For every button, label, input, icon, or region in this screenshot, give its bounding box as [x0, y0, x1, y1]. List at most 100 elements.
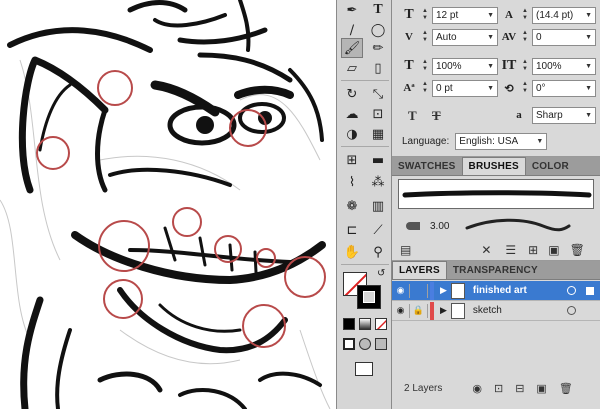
rotation-stepper[interactable]: ▲ ▼: [520, 80, 530, 96]
tab-brushes[interactable]: BRUSHES: [461, 157, 526, 175]
none-mode-icon[interactable]: [375, 318, 387, 330]
vertical-scale-stepper[interactable]: ▲ ▼: [420, 58, 430, 74]
blend-tool-icon[interactable]: ⁂: [367, 172, 389, 192]
kerning-field[interactable]: Auto ▼: [432, 28, 498, 46]
layer-row-finished-art[interactable]: ◉ ▶ finished art: [392, 281, 600, 301]
rotation-icon: ⟲: [504, 82, 514, 95]
language-select[interactable]: English: USA ▼: [455, 132, 548, 150]
character-artwork: [0, 0, 331, 409]
delete-layer-icon[interactable]: 🗑: [559, 382, 573, 395]
lock-toggle-icon[interactable]: [410, 283, 428, 298]
anti-aliasing-icon: a: [516, 109, 522, 121]
anti-aliasing-select[interactable]: Sharp ▼: [532, 106, 596, 124]
tracking-row: AV ▲ ▼ 0 ▼: [500, 28, 596, 46]
rotation-field[interactable]: 0° ▼: [532, 79, 596, 97]
underline-button[interactable]: T: [408, 108, 417, 124]
eyedropper-tool-icon[interactable]: ⌇: [341, 172, 363, 192]
target-circle-icon[interactable]: [567, 286, 576, 295]
perspective-grid-icon[interactable]: ▦: [367, 124, 389, 144]
tab-transparency[interactable]: TRANSPARENCY: [447, 261, 544, 279]
pencil-tool-icon[interactable]: ✏: [367, 38, 389, 58]
new-sublayer-icon[interactable]: ⊟: [515, 382, 524, 395]
kerning-stepper[interactable]: ▲ ▼: [420, 29, 430, 45]
kerning-value: Auto: [436, 31, 457, 43]
remove-brush-stroke-icon[interactable]: ✕: [481, 243, 491, 257]
layers-tab-bar: LAYERS TRANSPARENCY: [392, 261, 600, 280]
graph-tool-icon[interactable]: ▥: [367, 196, 389, 216]
gradient-tool-icon[interactable]: ▬: [367, 150, 389, 170]
artboard-tool-icon[interactable]: ⊏: [341, 220, 363, 240]
layer-name[interactable]: sketch: [473, 305, 502, 316]
line-tool-icon[interactable]: ∕: [341, 20, 363, 40]
horizontal-scale-stepper[interactable]: ▲ ▼: [520, 58, 530, 74]
tab-swatches[interactable]: SWATCHES: [392, 157, 462, 175]
paintbrush-tool-icon[interactable]: 🖌: [341, 38, 363, 58]
scale-tool-icon[interactable]: ⤡: [367, 84, 389, 104]
font-size-field[interactable]: 12 pt ▼: [432, 6, 498, 24]
locate-object-icon[interactable]: ◉: [472, 382, 482, 395]
stroke-swatch[interactable]: [357, 285, 381, 309]
visibility-eye-icon[interactable]: ◉: [392, 303, 410, 318]
tab-layers[interactable]: LAYERS: [392, 261, 447, 279]
leading-stepper[interactable]: ▲ ▼: [520, 7, 530, 23]
draw-normal-icon[interactable]: [343, 338, 355, 350]
lock-icon[interactable]: 🔒: [410, 303, 428, 318]
tracking-stepper[interactable]: ▲ ▼: [520, 29, 530, 45]
delete-brush-icon[interactable]: 🗑: [570, 243, 585, 257]
marker-tool-icon[interactable]: ▯: [367, 58, 389, 78]
brush-options-icon[interactable]: ☰: [505, 243, 516, 257]
hand-tool-icon[interactable]: ✋: [341, 242, 363, 262]
rotate-tool-icon[interactable]: ↻: [341, 84, 363, 104]
leading-value: (14.4 pt): [536, 9, 574, 21]
eraser-tool-icon[interactable]: ▱: [341, 58, 363, 78]
brush-preview-selected[interactable]: [398, 179, 594, 209]
vertical-scale-field[interactable]: 100% ▼: [432, 57, 498, 75]
kerning-icon: V: [405, 31, 413, 43]
strikethrough-button[interactable]: T: [432, 108, 441, 124]
warp-tool-icon[interactable]: ☁: [341, 104, 363, 124]
ellipse-tool-icon[interactable]: ◯: [367, 20, 389, 40]
horizontal-scale-field[interactable]: 100% ▼: [532, 57, 596, 75]
brushes-footer: ▤ ✕ ☰ ⊞ ▣ 🗑: [392, 241, 600, 259]
font-size-stepper[interactable]: ▲ ▼: [420, 7, 430, 23]
slice-tool-icon[interactable]: ⟋: [367, 220, 389, 240]
baseline-shift-value: 0 pt: [436, 82, 453, 94]
horizontal-scale-row: IT ▲ ▼ 100% ▼: [500, 57, 596, 75]
leading-field[interactable]: (14.4 pt) ▼: [532, 6, 596, 24]
artboard-canvas[interactable]: [0, 0, 336, 409]
pen-tool-icon[interactable]: ✒: [341, 0, 363, 20]
brush-round-icon: [406, 222, 420, 230]
color-mode-icon[interactable]: [343, 318, 355, 330]
brush-row[interactable]: 3.00: [398, 213, 594, 239]
draw-inside-icon[interactable]: [375, 338, 387, 350]
layer-name[interactable]: finished art: [473, 285, 527, 296]
language-value: English: USA: [459, 135, 519, 147]
new-brush-icon[interactable]: ▣: [548, 243, 559, 257]
font-size-icon: T: [404, 7, 414, 22]
draw-behind-icon[interactable]: [359, 338, 371, 350]
gradient-mode-icon[interactable]: [359, 318, 371, 330]
tracking-field[interactable]: 0 ▼: [532, 28, 596, 46]
layer-color-bar: [430, 281, 434, 300]
text-tool-icon[interactable]: T: [367, 0, 389, 20]
visibility-eye-icon[interactable]: ◉: [392, 283, 410, 298]
expand-arrow-icon[interactable]: ▶: [440, 285, 447, 296]
make-clipping-mask-icon[interactable]: ⊡: [494, 382, 503, 395]
screen-mode-icon[interactable]: [355, 362, 373, 376]
mesh-tool-icon[interactable]: ⊞: [341, 150, 363, 170]
zoom-tool-icon[interactable]: ⚲: [367, 242, 389, 262]
brush-option-icon[interactable]: ⊞: [528, 243, 538, 257]
layer-row-sketch[interactable]: ◉ 🔒 ▶ sketch: [392, 301, 600, 321]
target-circle-icon[interactable]: [567, 306, 576, 315]
tab-color[interactable]: COLOR: [526, 157, 575, 175]
brush-libraries-icon[interactable]: ▤: [400, 243, 411, 257]
expand-arrow-icon[interactable]: ▶: [440, 305, 447, 316]
shape-builder-icon[interactable]: ◑: [341, 124, 363, 144]
new-layer-icon[interactable]: ▣: [536, 382, 546, 395]
rotation-value: 0°: [536, 82, 546, 94]
free-transform-icon[interactable]: ⊡: [367, 104, 389, 124]
swap-fill-stroke-icon[interactable]: ↺: [377, 268, 385, 279]
symbol-sprayer-icon[interactable]: ❁: [341, 196, 363, 216]
baseline-shift-stepper[interactable]: ▲ ▼: [420, 80, 430, 96]
baseline-shift-field[interactable]: 0 pt ▼: [432, 79, 498, 97]
